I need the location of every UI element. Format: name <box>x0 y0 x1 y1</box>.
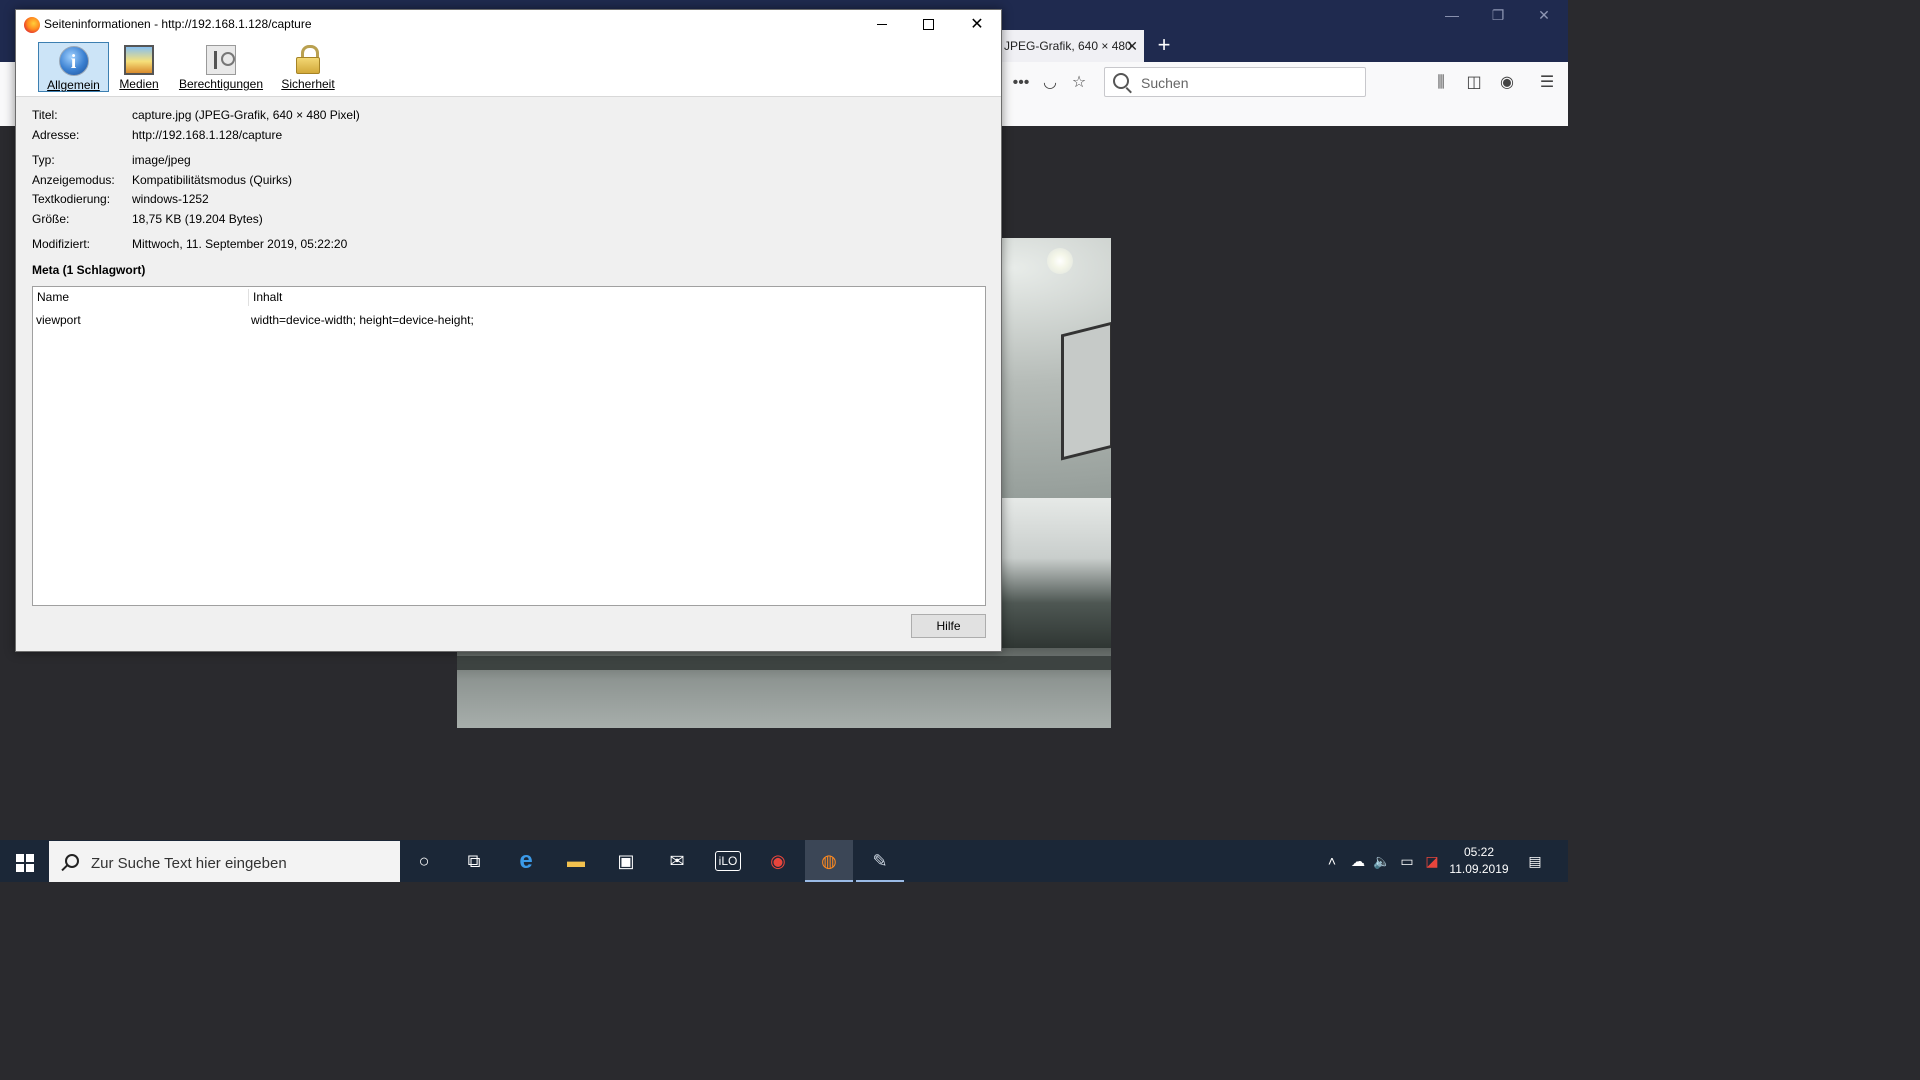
info-label: Modifiziert: <box>32 237 91 251</box>
tab-close-icon[interactable]: ✕ <box>1126 30 1138 62</box>
tab-berechtigungen[interactable]: Berechtigungen <box>176 42 266 92</box>
windows-taskbar: ○ ⧉ e ▬ ▣ ✉ iLO ◉ ◍ ✎ ˄ ☁ 🔈 ▭ ◪ 05:22 11… <box>0 840 1568 882</box>
browser-tab[interactable]: JPEG-Grafik, 640 × 480 ✕ <box>1000 30 1144 62</box>
image-floor-edge <box>457 656 1111 670</box>
cortana-icon[interactable]: ○ <box>400 840 448 882</box>
info-label: Typ: <box>32 153 55 167</box>
browser-tab-title: JPEG-Grafik, 640 × 480 <box>1004 39 1132 53</box>
browser-close-button[interactable]: ✕ <box>1524 4 1564 26</box>
task-view-icon[interactable]: ⧉ <box>450 840 498 882</box>
media-icon <box>124 45 154 75</box>
cloud-icon[interactable]: ☁ <box>1347 840 1369 882</box>
info-icon: i <box>58 46 89 76</box>
lock-body <box>296 57 320 74</box>
file-explorer-icon[interactable]: ▬ <box>552 840 600 882</box>
info-label: Adresse: <box>32 128 80 142</box>
tab-label: Medien <box>119 77 159 91</box>
column-header-name[interactable]: Name <box>37 290 69 304</box>
close-icon: ✕ <box>970 16 984 33</box>
chrome-icon[interactable]: ◉ <box>754 840 802 882</box>
windows-logo-icon <box>26 864 34 872</box>
meta-name-cell: viewport <box>36 313 81 327</box>
security-alert-icon[interactable]: ◪ <box>1422 840 1442 882</box>
image-ceiling-light <box>1047 248 1073 274</box>
info-value: 18,75 KB (19.204 Bytes) <box>132 212 263 226</box>
info-value: Kompatibilitätsmodus (Quirks) <box>132 173 293 187</box>
info-label: Titel: <box>32 108 58 122</box>
info-label: Größe: <box>32 212 70 226</box>
tab-sicherheit[interactable]: Sicherheit <box>278 42 338 92</box>
paint-icon[interactable]: ✎ <box>856 840 904 882</box>
permissions-icon <box>206 45 236 75</box>
info-label: Textkodierung: <box>32 192 111 206</box>
clock-time: 05:22 <box>1463 845 1495 859</box>
search-field[interactable] <box>1104 67 1366 97</box>
tab-label: Allgemein <box>47 78 100 92</box>
windows-logo-icon <box>16 864 24 872</box>
image-wall-picture <box>1061 321 1111 461</box>
pocket-icon[interactable]: ◡ <box>1039 72 1061 94</box>
search-input[interactable] <box>1139 73 1353 93</box>
bookmark-star-icon[interactable]: ☆ <box>1068 72 1090 94</box>
meta-content-cell: width=device-width; height=device-height… <box>251 313 474 327</box>
ilo-label: iLO <box>714 851 742 871</box>
ilo-icon[interactable]: iLO <box>704 840 752 882</box>
minimize-icon <box>877 24 887 25</box>
volume-icon[interactable]: 🔈 <box>1372 840 1392 882</box>
column-divider[interactable] <box>248 289 249 306</box>
dialog-tab-bar: i Allgemein Medien Berechtigungen Sicher… <box>16 40 1001 97</box>
info-value: capture.jpg (JPEG-Grafik, 640 × 480 Pixe… <box>132 108 360 122</box>
meta-table-header: Name Inhalt <box>33 287 985 307</box>
system-clock[interactable]: 05:22 11.09.2019 <box>1446 844 1512 878</box>
meta-heading: Meta (1 Schlagwort) <box>32 263 146 277</box>
dialog-title: Seiteninformationen - http://192.168.1.1… <box>44 17 312 31</box>
tab-medien[interactable]: Medien <box>114 42 164 92</box>
info-value: http://192.168.1.128/capture <box>132 128 283 142</box>
search-icon <box>1113 73 1129 89</box>
maximize-icon <box>923 19 934 30</box>
lock-icon <box>293 45 323 75</box>
library-icon[interactable]: ⫼ <box>1430 72 1452 94</box>
clock-date: 11.09.2019 <box>1449 862 1509 876</box>
account-icon[interactable]: ◉ <box>1496 72 1518 94</box>
dialog-close-button[interactable]: ✕ <box>954 10 1000 40</box>
firefox-icon[interactable]: ◍ <box>805 840 853 882</box>
sidebar-icon[interactable]: ◫ <box>1463 72 1485 94</box>
meta-table[interactable]: Name Inhalt viewport width=device-width;… <box>32 286 986 606</box>
mail-icon[interactable]: ✉ <box>653 840 701 882</box>
notification-center-icon[interactable]: ▤ <box>1522 840 1548 882</box>
dialog-maximize-button[interactable] <box>905 10 951 40</box>
column-header-content[interactable]: Inhalt <box>253 290 282 304</box>
taskbar-search-input[interactable] <box>89 851 393 875</box>
browser-restore-button[interactable]: ❐ <box>1478 4 1518 26</box>
dialog-minimize-button[interactable] <box>859 10 905 40</box>
info-value: windows-1252 <box>132 192 209 206</box>
hamburger-menu-icon[interactable]: ☰ <box>1536 72 1558 94</box>
search-icon <box>65 854 79 868</box>
battery-icon[interactable]: ▭ <box>1396 840 1418 882</box>
new-tab-button[interactable]: + <box>1152 30 1176 62</box>
image-floor <box>457 648 1111 728</box>
dialog-titlebar[interactable]: Seiteninformationen - http://192.168.1.1… <box>16 10 1001 40</box>
table-row[interactable]: viewport width=device-width; height=devi… <box>33 311 985 329</box>
info-value: image/jpeg <box>132 153 191 167</box>
help-button[interactable]: Hilfe <box>911 614 986 638</box>
tab-allgemein[interactable]: i Allgemein <box>38 42 109 92</box>
windows-logo-icon <box>16 854 24 862</box>
page-actions-icon[interactable]: ••• <box>1010 72 1032 94</box>
info-label: Anzeigemodus: <box>32 173 115 187</box>
start-button[interactable] <box>0 840 48 882</box>
edge-icon[interactable]: e <box>502 840 550 882</box>
tab-label: Sicherheit <box>281 77 335 91</box>
tab-label: Berechtigungen <box>178 77 264 91</box>
browser-minimize-button[interactable]: — <box>1432 4 1472 26</box>
firefox-icon <box>24 17 40 33</box>
info-value: Mittwoch, 11. September 2019, 05:22:20 <box>132 237 348 251</box>
windows-logo-icon <box>26 854 34 862</box>
store-icon[interactable]: ▣ <box>602 840 650 882</box>
chevron-up-icon[interactable]: ˄ <box>1322 840 1342 882</box>
page-info-dialog: Seiteninformationen - http://192.168.1.1… <box>15 9 1002 652</box>
taskbar-search[interactable] <box>49 841 400 882</box>
